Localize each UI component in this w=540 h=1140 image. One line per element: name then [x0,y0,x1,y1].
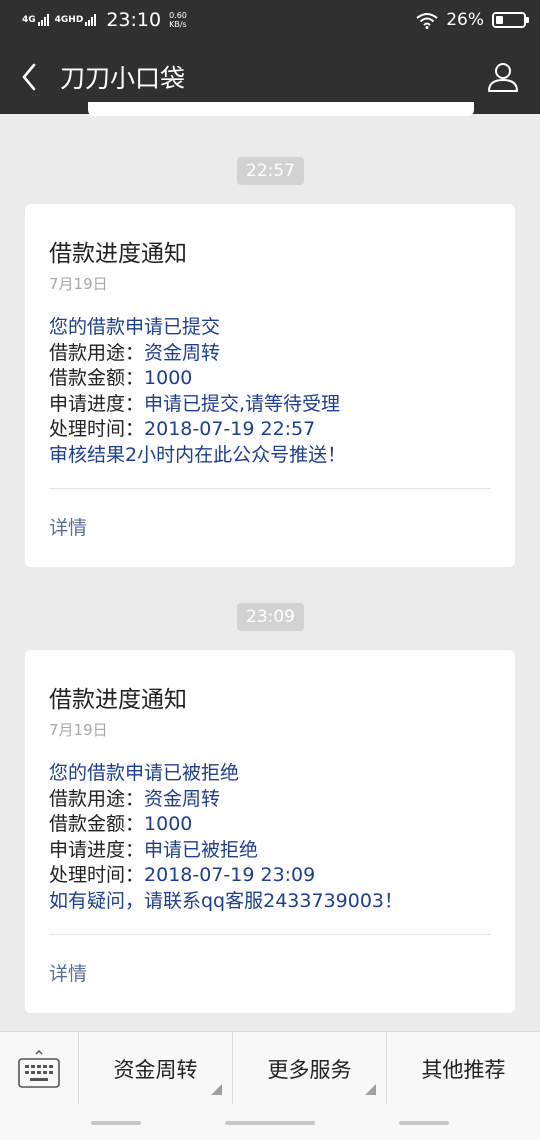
nav-gesture-right[interactable] [399,1121,449,1125]
message-timestamp: 22:57 [237,157,304,185]
submenu-indicator-icon [365,1084,376,1095]
gesture-nav-bar [0,1104,540,1140]
row-label: 借款金额： [49,813,145,836]
card-row: 处理时间：2018-07-19 23:09 [49,863,491,889]
speed-value: 0.60 [169,11,187,20]
previous-message-card [88,102,474,116]
row-value: 申请已被拒绝 [144,838,259,861]
card-body: 您的借款申请已提交 借款用途：资金周转 借款金额：1000 申请进度：申请已提交… [49,315,491,469]
network-label-1: 4G [22,14,36,25]
row-value: 资金周转 [144,341,221,364]
card-row: 借款用途：资金周转 [49,341,491,367]
menu-item-funds[interactable]: 资金周转 [79,1032,233,1105]
card-date: 7月19日 [49,721,108,739]
signal-2: 4GHD [55,14,97,26]
submenu-indicator-icon [211,1084,222,1095]
card-row: 借款用途：资金周转 [49,787,491,813]
menu-item-label: 资金周转 [113,1057,198,1082]
card-row: 借款金额：1000 [49,812,491,838]
wifi-icon [416,12,438,29]
battery-percent: 26% [446,10,484,30]
notification-card[interactable]: 借款进度通知 7月19日 您的借款申请已被拒绝 借款用途：资金周转 借款金额：1… [25,650,515,1013]
clock: 23:10 [106,9,162,31]
signal-bars-icon [37,14,49,26]
row-label: 处理时间： [49,418,145,441]
row-value: 1000 [144,813,193,836]
card-body: 您的借款申请已被拒绝 借款用途：资金周转 借款金额：1000 申请进度：申请已被… [49,761,491,915]
details-link[interactable]: 详情 [49,935,491,1013]
menu-item-label: 其他推荐 [421,1057,506,1082]
page-title: 刀刀小口袋 [60,64,186,93]
card-first-line: 您的借款申请已被拒绝 [49,762,240,784]
row-label: 申请进度： [49,392,145,415]
profile-button[interactable] [466,40,540,114]
status-left: 4G 4GHD 23:10 0.60 KB/s [22,9,187,31]
chevron-left-icon [22,63,36,91]
speed-unit: KB/s [169,20,187,29]
card-title: 借款进度通知 [49,687,187,713]
menu-item-label: 更多服务 [267,1057,352,1082]
row-value: 申请已提交,请等待受理 [144,392,341,415]
nav-gesture-left[interactable] [91,1121,141,1125]
status-right: 26% [416,10,529,30]
person-icon [488,63,518,92]
row-label: 借款金额： [49,367,145,390]
card-row: 处理时间：2018-07-19 22:57 [49,417,491,443]
card-row: 申请进度：申请已提交,请等待受理 [49,392,491,418]
battery-level [496,16,503,24]
menu-item-more-services[interactable]: 更多服务 [233,1032,387,1105]
card-row: 申请进度：申请已被拒绝 [49,838,491,864]
details-link[interactable]: 详情 [49,489,491,567]
battery-icon [492,12,529,28]
bottom-menu: 资金周转 更多服务 其他推荐 [0,1031,540,1105]
back-button[interactable] [0,40,58,114]
card-remark: 审核结果2小时内在此公众号推送！ [49,443,347,466]
notification-card[interactable]: 借款进度通知 7月19日 您的借款申请已提交 借款用途：资金周转 借款金额：10… [25,204,515,567]
card-title: 借款进度通知 [49,241,187,267]
row-label: 申请进度： [49,838,145,861]
row-label: 借款用途： [49,341,145,364]
keyboard-toggle-button[interactable] [0,1032,79,1105]
signal-bars-icon [85,14,97,26]
row-value: 2018-07-19 23:09 [144,864,316,887]
status-bar: 4G 4GHD 23:10 0.60 KB/s 26% [0,0,540,40]
row-value: 1000 [144,367,193,390]
card-first-line: 您的借款申请已提交 [49,316,221,338]
card-date: 7月19日 [49,275,108,293]
row-label: 借款用途： [49,787,145,810]
row-label: 处理时间： [49,864,145,887]
network-label-2: 4GHD [54,14,84,25]
card-row: 借款金额：1000 [49,366,491,392]
message-timestamp: 23:09 [237,603,304,631]
nav-gesture-home[interactable] [225,1121,315,1125]
signal-1: 4G [22,14,49,26]
menu-item-other-recommend[interactable]: 其他推荐 [387,1032,540,1105]
keyboard-icon [18,1049,60,1088]
row-value: 资金周转 [144,787,221,810]
network-speed: 0.60 KB/s [169,11,187,29]
row-value: 2018-07-19 22:57 [144,418,316,441]
card-remark: 如有疑问，请联系qq客服2433739003！ [49,889,404,912]
